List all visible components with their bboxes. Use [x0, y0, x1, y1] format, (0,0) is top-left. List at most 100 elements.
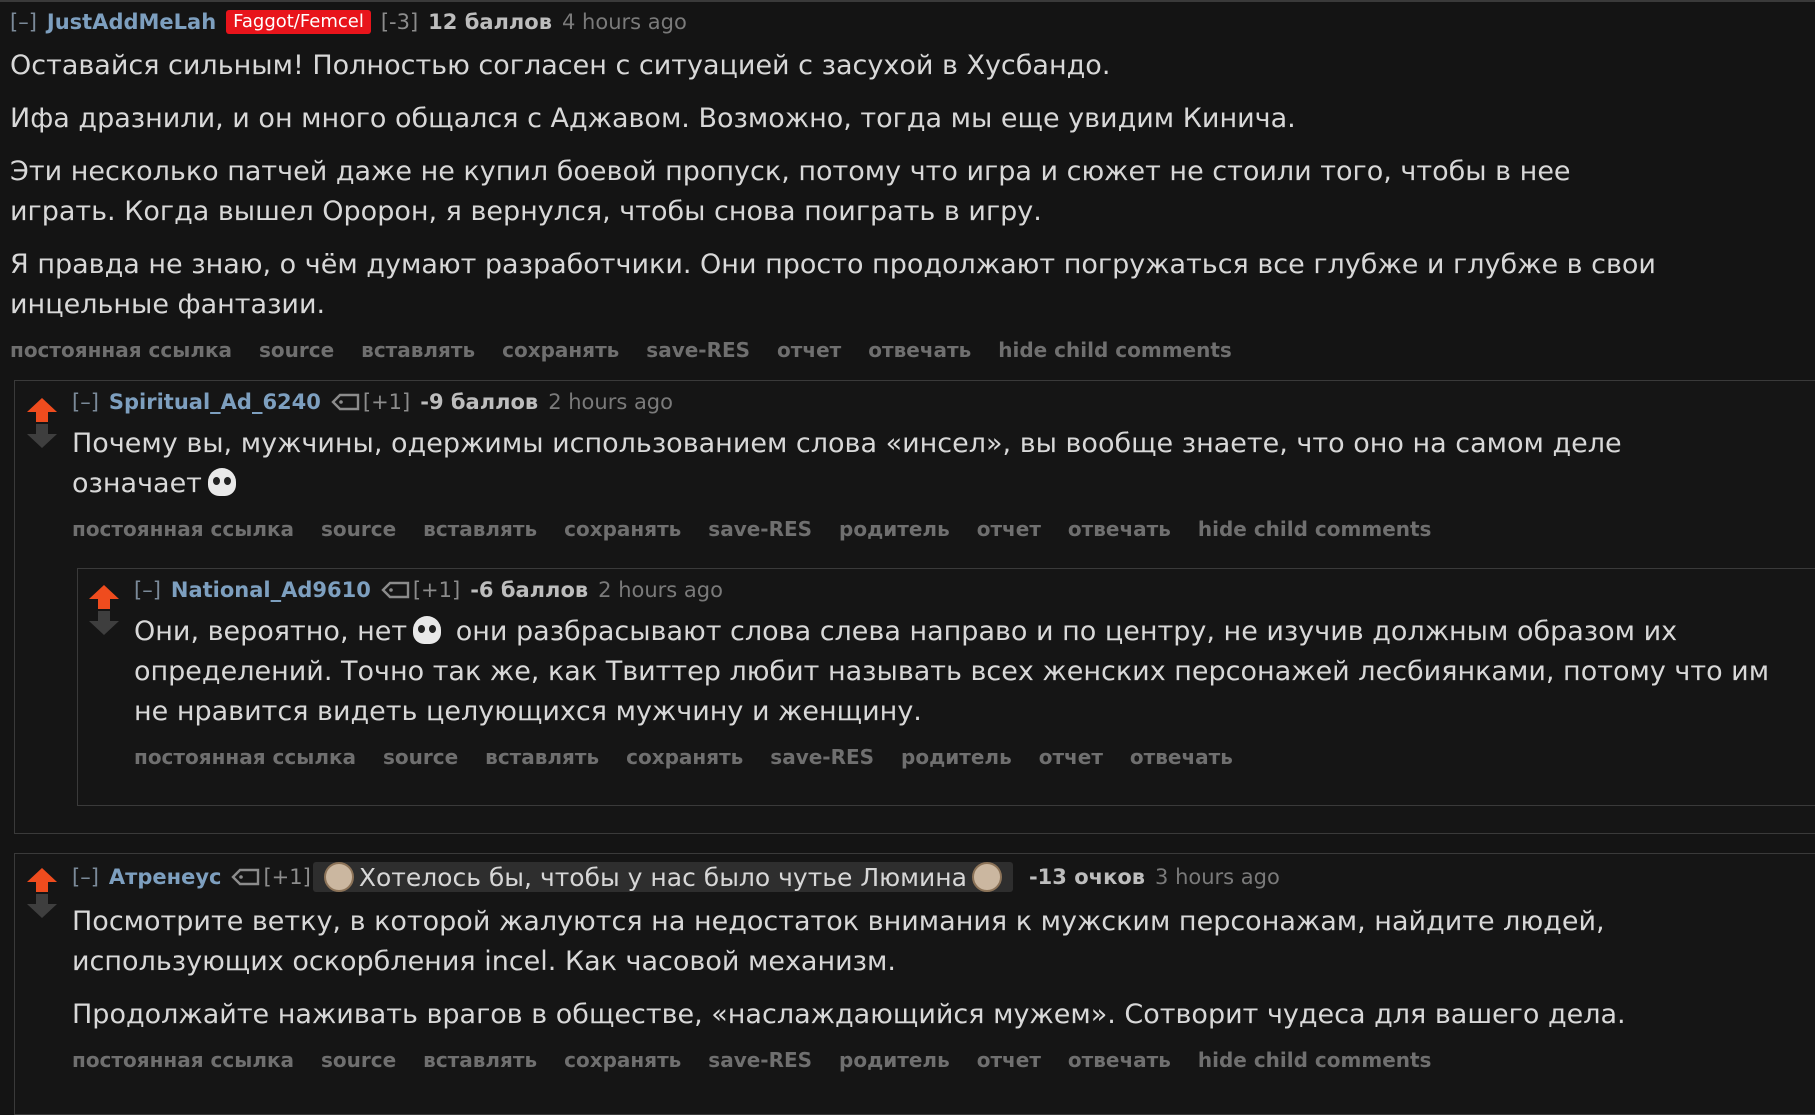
report-button[interactable]: отчет	[977, 1048, 1041, 1072]
comment-buttons: постоянная ссылка source вставлять сохра…	[134, 745, 1804, 769]
author-link[interactable]: Spiritual_Ad_6240	[109, 390, 321, 414]
vote-arrows	[27, 868, 57, 918]
tag-icon[interactable]	[231, 867, 261, 887]
comment-justaddmelah: [–] JustAddMeLah Faggot/Femcel [-3] 12 б…	[10, 10, 1800, 362]
comment-buttons: постоянная ссылка source вставлять сохра…	[10, 338, 1800, 362]
comment-national-ad9610: [–] National_Ad9610 [+1] -6 баллов 2 hou…	[134, 578, 1804, 769]
reply-button[interactable]: отвечать	[1068, 1048, 1171, 1072]
permalink-button[interactable]: постоянная ссылка	[72, 1048, 294, 1072]
avatar-icon	[323, 862, 354, 892]
comment-paragraph: Оставайся сильным! Полностью согласен с …	[10, 50, 1111, 81]
vote-arrows	[27, 398, 57, 448]
embed-button[interactable]: вставлять	[361, 338, 475, 362]
vote-indicator: [-3]	[380, 10, 419, 34]
save-button[interactable]: сохранять	[502, 338, 619, 362]
comment-body: Они, вероятно, нет они разбрасывают слов…	[134, 612, 1794, 732]
report-button[interactable]: отчет	[977, 517, 1041, 541]
timestamp[interactable]: 4 hours ago	[562, 10, 687, 34]
permalink-button[interactable]: постоянная ссылка	[10, 338, 232, 362]
comment-tagline: [–] Spiritual_Ad_6240 [+1] -9 баллов 2 h…	[72, 390, 1802, 414]
embed-button[interactable]: вставлять	[423, 517, 537, 541]
comment-tagline: [–] Атренеус [+1] Хотелось бы, чтобы у н…	[72, 862, 1802, 892]
collapse-toggle[interactable]: [–]	[10, 10, 37, 34]
tag-icon[interactable]	[331, 392, 361, 412]
comment-buttons: постоянная ссылка source вставлять сохра…	[72, 1048, 1802, 1072]
tag-icon[interactable]	[381, 580, 411, 600]
save-button[interactable]: сохранять	[564, 1048, 681, 1072]
timestamp[interactable]: 2 hours ago	[548, 390, 673, 414]
comment-text: Они, вероятно, нет	[134, 616, 408, 647]
author-link[interactable]: Атренеус	[109, 865, 222, 889]
parent-button[interactable]: родитель	[839, 517, 950, 541]
comment-paragraph: Они, вероятно, нет они разбрасывают слов…	[134, 612, 1794, 732]
score: -9 баллов	[420, 390, 539, 414]
vote-indicator: [+1]	[362, 390, 411, 414]
comment-text: Почему вы, мужчины, одержимы использован…	[72, 428, 1622, 459]
source-button[interactable]: source	[321, 1048, 396, 1072]
comment-text: означает	[72, 468, 202, 499]
upvote-arrow-icon[interactable]	[27, 868, 57, 892]
hide-child-comments-button[interactable]: hide child comments	[998, 338, 1232, 362]
comment-paragraph: Продолжайте наживать врагов в обществе, …	[72, 999, 1626, 1030]
collapse-toggle[interactable]: [–]	[134, 578, 161, 602]
reply-button[interactable]: отвечать	[1068, 517, 1171, 541]
comment-paragraph: Посмотрите ветку, в которой жалуются на …	[72, 906, 1605, 977]
embed-button[interactable]: вставлять	[423, 1048, 537, 1072]
timestamp[interactable]: 3 hours ago	[1155, 865, 1280, 889]
hide-child-comments-button[interactable]: hide child comments	[1198, 517, 1432, 541]
downvote-arrow-icon[interactable]	[27, 424, 57, 448]
comment-body: Почему вы, мужчины, одержимы использован…	[72, 424, 1732, 504]
save-res-button[interactable]: save-RES	[708, 517, 812, 541]
reply-button[interactable]: отвечать	[1130, 745, 1233, 769]
user-flair: Faggot/Femcel	[226, 10, 371, 34]
hide-child-comments-button[interactable]: hide child comments	[1198, 1048, 1432, 1072]
source-button[interactable]: source	[321, 517, 396, 541]
comment-paragraph: Я правда не знаю, о чём думают разработч…	[10, 249, 1656, 320]
save-button[interactable]: сохранять	[564, 517, 681, 541]
reply-button[interactable]: отвечать	[868, 338, 971, 362]
source-button[interactable]: source	[259, 338, 334, 362]
report-button[interactable]: отчет	[1039, 745, 1103, 769]
save-button[interactable]: сохранять	[626, 745, 743, 769]
save-res-button[interactable]: save-RES	[770, 745, 874, 769]
comment-paragraph: Ифа дразнили, и он много общался с Аджав…	[10, 103, 1296, 134]
score: 12 баллов	[428, 10, 553, 34]
flair-text: Хотелось бы, чтобы у нас было чутье Люми…	[358, 862, 967, 892]
permalink-button[interactable]: постоянная ссылка	[134, 745, 356, 769]
comment-buttons: постоянная ссылка source вставлять сохра…	[72, 517, 1802, 541]
vote-arrows	[89, 585, 119, 635]
user-flair: Хотелось бы, чтобы у нас было чутье Люми…	[312, 862, 1013, 892]
downvote-arrow-icon[interactable]	[27, 894, 57, 918]
top-divider	[0, 0, 1815, 2]
upvote-arrow-icon[interactable]	[27, 398, 57, 422]
source-button[interactable]: source	[383, 745, 458, 769]
upvote-arrow-icon[interactable]	[89, 585, 119, 609]
author-link[interactable]: JustAddMeLah	[47, 10, 216, 34]
comment-tagline: [–] National_Ad9610 [+1] -6 баллов 2 hou…	[134, 578, 1804, 602]
save-res-button[interactable]: save-RES	[708, 1048, 812, 1072]
score: -6 баллов	[470, 578, 589, 602]
embed-button[interactable]: вставлять	[485, 745, 599, 769]
permalink-button[interactable]: постоянная ссылка	[72, 517, 294, 541]
parent-button[interactable]: родитель	[839, 1048, 950, 1072]
comment-paragraph: Почему вы, мужчины, одержимы использован…	[72, 424, 1732, 504]
report-button[interactable]: отчет	[777, 338, 841, 362]
downvote-arrow-icon[interactable]	[89, 611, 119, 635]
collapse-toggle[interactable]: [–]	[72, 390, 99, 414]
skull-emoji-icon	[413, 616, 442, 644]
comment-atreneus: [–] Атренеус [+1] Хотелось бы, чтобы у н…	[72, 862, 1802, 1072]
comment-spiritual-ad-6240: [–] Spiritual_Ad_6240 [+1] -9 баллов 2 h…	[72, 390, 1802, 541]
vote-indicator: [+1]	[412, 578, 461, 602]
comment-tagline: [–] JustAddMeLah Faggot/Femcel [-3] 12 б…	[10, 10, 1800, 34]
parent-button[interactable]: родитель	[901, 745, 1012, 769]
avatar-icon	[971, 862, 1002, 892]
timestamp[interactable]: 2 hours ago	[598, 578, 723, 602]
skull-emoji-icon	[207, 468, 236, 496]
comment-body: Оставайся сильным! Полностью согласен с …	[10, 46, 1730, 325]
author-link[interactable]: National_Ad9610	[171, 578, 371, 602]
vote-indicator: [+1]	[263, 865, 311, 889]
collapse-toggle[interactable]: [–]	[72, 865, 99, 889]
save-res-button[interactable]: save-RES	[646, 338, 750, 362]
comment-paragraph: Эти несколько патчей даже не купил боево…	[10, 156, 1571, 227]
comment-body: Посмотрите ветку, в которой жалуются на …	[72, 902, 1712, 1035]
